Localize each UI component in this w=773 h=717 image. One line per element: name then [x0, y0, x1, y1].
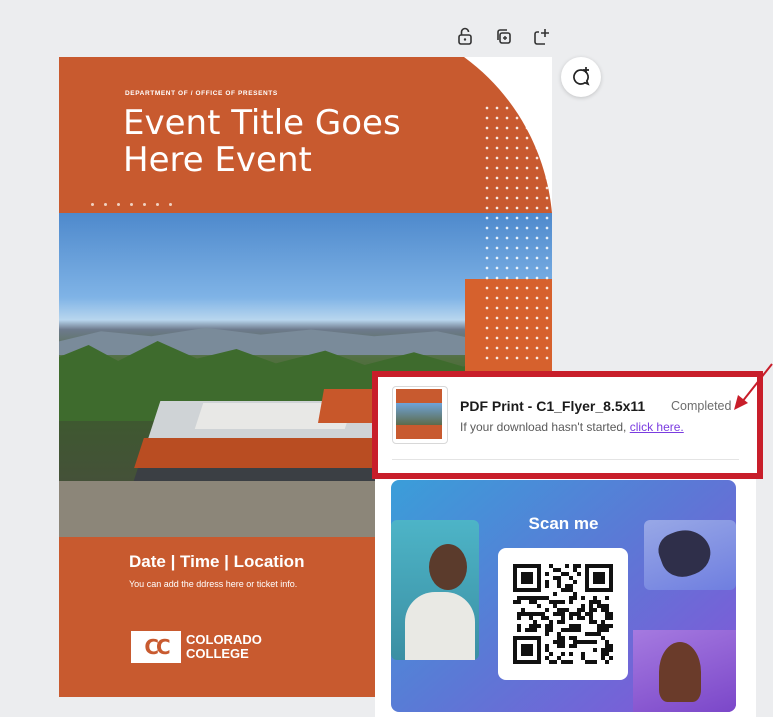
scan-me-label: Scan me — [528, 514, 599, 533]
promo-person-left — [391, 520, 479, 660]
download-message-text: If your download hasn't started, — [460, 420, 630, 434]
decorative-dot-grid — [482, 103, 552, 363]
download-notification: PDF Print - C1_Flyer_8.5x11 Completed If… — [372, 371, 763, 479]
qr-code — [498, 548, 628, 680]
page-toolbar — [455, 26, 551, 46]
college-logo: CC COLORADO COLLEGE — [131, 631, 262, 663]
divider — [392, 459, 739, 460]
logo-mark: CC — [131, 631, 181, 663]
decorative-dots — [91, 203, 172, 206]
add-comment-button[interactable] — [561, 57, 601, 97]
qr-code-icon — [513, 564, 613, 664]
department-text: DEPARTMENT OF / OFFICE OF PRESENTS — [125, 90, 278, 97]
download-title: PDF Print - C1_Flyer_8.5x11 — [460, 398, 646, 414]
annotation-arrow — [734, 363, 773, 410]
logo-line-2: COLLEGE — [186, 646, 249, 661]
download-status: Completed — [671, 399, 732, 413]
promo-banner[interactable]: Scan me — [391, 480, 736, 712]
lock-icon[interactable] — [455, 26, 475, 46]
date-time-location: Date | Time | Location — [129, 552, 305, 571]
event-title: Event Title Goes Here Event — [123, 103, 401, 180]
logo-line-1: COLORADO — [186, 632, 262, 647]
comment-plus-icon — [573, 67, 590, 86]
click-here-link[interactable]: click here. — [630, 420, 684, 434]
promo-person-right-bottom — [633, 630, 736, 712]
address-hint: You can add the ddress here or ticket in… — [129, 579, 298, 589]
download-message: If your download hasn't started, click h… — [460, 420, 684, 434]
add-page-icon[interactable] — [531, 26, 551, 46]
flyer-thumbnail — [392, 386, 448, 444]
duplicate-page-icon[interactable] — [493, 26, 513, 46]
